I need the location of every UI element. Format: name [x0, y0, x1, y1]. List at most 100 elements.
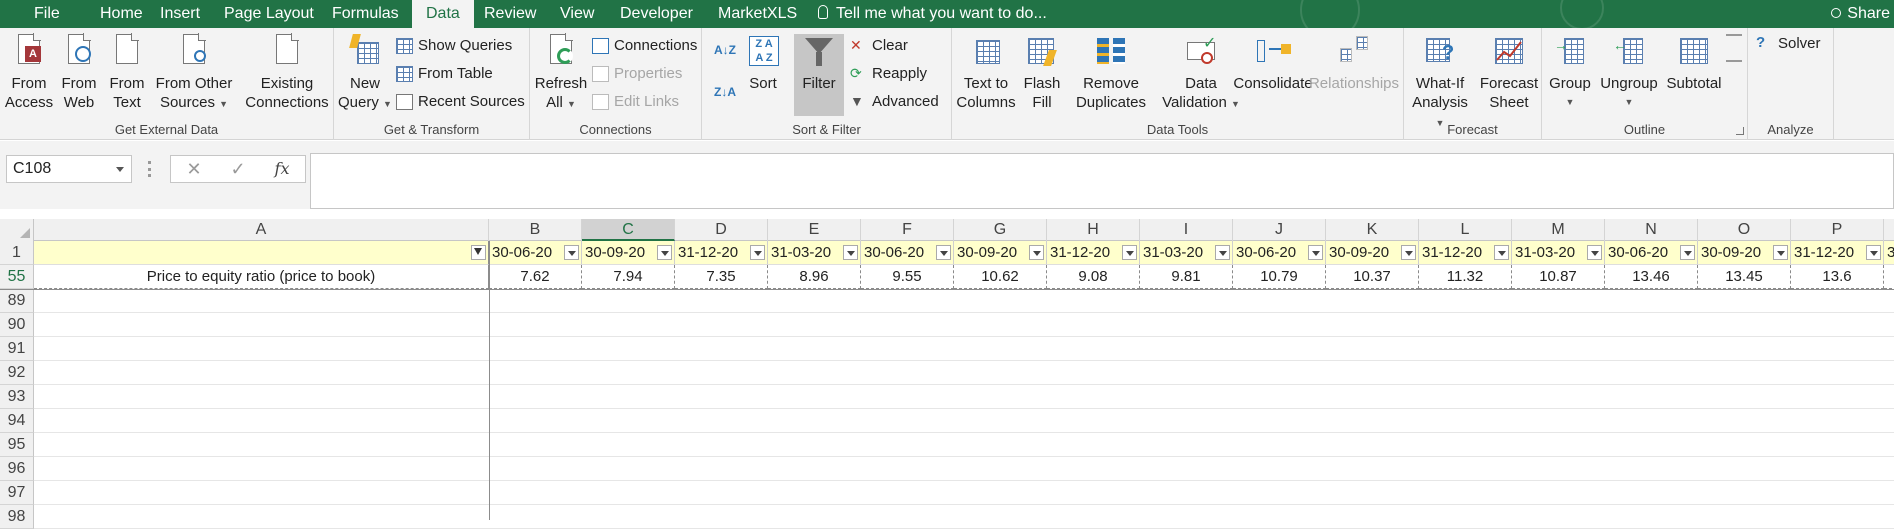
from-access-button[interactable]: A From Access: [4, 33, 54, 112]
refresh-all-button[interactable]: Refresh All ▼: [534, 33, 588, 114]
value-cell[interactable]: [1884, 265, 1894, 289]
value-cell[interactable]: 7.62: [489, 265, 582, 289]
empty-cells[interactable]: [34, 337, 1894, 361]
tab-review[interactable]: Review: [470, 0, 550, 28]
tab-insert[interactable]: Insert: [146, 0, 214, 28]
clear-filter-button[interactable]: ✕ Clear: [848, 34, 908, 58]
header-date-cell[interactable]: 30-06-20: [489, 241, 582, 265]
empty-cells[interactable]: [34, 481, 1894, 505]
header-date-cell[interactable]: 31-03-20: [1140, 241, 1233, 265]
from-other-sources-button[interactable]: From Other Sources ▼: [152, 33, 236, 114]
filter-dropdown-icon[interactable]: [1866, 245, 1881, 260]
sort-button[interactable]: Z AA Z Sort: [742, 34, 784, 93]
edit-links-button[interactable]: Edit Links: [590, 90, 679, 114]
column-header-j[interactable]: J: [1233, 219, 1326, 241]
header-date-cell[interactable]: 30-06-20: [1605, 241, 1698, 265]
header-date-cell[interactable]: 31-03-20: [768, 241, 861, 265]
from-web-button[interactable]: From Web: [56, 33, 102, 112]
filter-dropdown-icon[interactable]: [750, 245, 765, 260]
filter-dropdown-icon[interactable]: [1401, 245, 1416, 260]
value-cell[interactable]: 11.32: [1419, 265, 1512, 289]
remove-duplicates-button[interactable]: Remove Duplicates: [1066, 34, 1156, 112]
filter-dropdown-icon[interactable]: [936, 245, 951, 260]
header-date-cell[interactable]: 30-09-20: [1326, 241, 1419, 265]
column-header-l[interactable]: L: [1419, 219, 1512, 241]
empty-cells[interactable]: [34, 289, 1894, 313]
value-cell[interactable]: 13.6: [1791, 265, 1884, 289]
subtotal-button[interactable]: Subtotal: [1662, 34, 1726, 93]
row-header[interactable]: 90: [0, 313, 34, 337]
tab-view[interactable]: View: [546, 0, 608, 28]
value-cell[interactable]: 7.94: [582, 265, 675, 289]
row-header[interactable]: 94: [0, 409, 34, 433]
value-cell[interactable]: 10.62: [954, 265, 1047, 289]
from-text-button[interactable]: From Text: [104, 33, 150, 112]
forecast-sheet-button[interactable]: Forecast Sheet: [1478, 34, 1540, 112]
column-header-g[interactable]: G: [954, 219, 1047, 241]
empty-cells[interactable]: [34, 505, 1894, 529]
tab-marketxls[interactable]: MarketXLS: [704, 0, 811, 28]
value-cell[interactable]: 9.08: [1047, 265, 1140, 289]
empty-cells[interactable]: [34, 313, 1894, 337]
filter-dropdown-icon[interactable]: [843, 245, 858, 260]
column-header-c[interactable]: C: [582, 219, 675, 241]
value-cell[interactable]: 10.87: [1512, 265, 1605, 289]
header-date-cell[interactable]: 31-03-20: [1512, 241, 1605, 265]
column-header-i[interactable]: I: [1140, 219, 1233, 241]
filter-dropdown-icon[interactable]: [657, 245, 672, 260]
ungroup-button[interactable]: ← Ungroup ▼: [1596, 34, 1662, 112]
header-date-cell[interactable]: 30-09-20: [954, 241, 1047, 265]
dialog-launcher-icon[interactable]: [1736, 127, 1744, 135]
column-header-a[interactable]: A: [34, 219, 489, 241]
filter-dropdown-icon[interactable]: [1308, 245, 1323, 260]
value-cell[interactable]: 9.81: [1140, 265, 1233, 289]
name-box[interactable]: C108: [6, 155, 132, 183]
reapply-button[interactable]: ⟳ Reapply: [848, 62, 927, 86]
value-cell[interactable]: 10.37: [1326, 265, 1419, 289]
from-table-button[interactable]: From Table: [394, 62, 493, 86]
row-header[interactable]: 1: [0, 241, 34, 265]
header-date-cell[interactable]: 31-12-20: [1419, 241, 1512, 265]
sort-descending-button[interactable]: Z↓A: [714, 80, 736, 104]
column-header-n[interactable]: N: [1605, 219, 1698, 241]
header-date-cell[interactable]: 31-12-20: [1047, 241, 1140, 265]
advanced-filter-button[interactable]: ▼ Advanced: [848, 90, 939, 114]
row-header[interactable]: 55: [0, 265, 34, 289]
empty-cells[interactable]: [34, 361, 1894, 385]
existing-connections-button[interactable]: Existing Connections: [242, 33, 332, 112]
column-header-h[interactable]: H: [1047, 219, 1140, 241]
column-header-m[interactable]: M: [1512, 219, 1605, 241]
filter-dropdown-icon[interactable]: [1494, 245, 1509, 260]
column-header-e[interactable]: E: [768, 219, 861, 241]
flash-fill-button[interactable]: Flash Fill: [1020, 34, 1064, 112]
value-cell[interactable]: 7.35: [675, 265, 768, 289]
formula-input[interactable]: [310, 153, 1894, 209]
show-detail-icon[interactable]: [1726, 34, 1742, 44]
tab-formulas[interactable]: Formulas: [318, 0, 413, 28]
empty-cells[interactable]: [34, 457, 1894, 481]
insert-function-icon[interactable]: fx: [267, 156, 297, 182]
row-header[interactable]: 98: [0, 505, 34, 529]
filter-applied-icon[interactable]: [471, 245, 486, 260]
header-date-cell[interactable]: 30-06-20: [1233, 241, 1326, 265]
new-query-button[interactable]: New Query ▼: [338, 34, 392, 114]
filter-dropdown-icon[interactable]: [1773, 245, 1788, 260]
value-cell[interactable]: 8.96: [768, 265, 861, 289]
group-button[interactable]: → Group ▼: [1546, 34, 1594, 112]
tab-developer[interactable]: Developer: [606, 0, 707, 28]
header-date-cell[interactable]: 31-12-20: [675, 241, 768, 265]
filter-dropdown-icon[interactable]: [1029, 245, 1044, 260]
empty-cells[interactable]: [34, 385, 1894, 409]
row-header[interactable]: 96: [0, 457, 34, 481]
tab-page-layout[interactable]: Page Layout: [210, 0, 328, 28]
column-header-b[interactable]: B: [489, 219, 582, 241]
column-header-o[interactable]: O: [1698, 219, 1791, 241]
tab-data[interactable]: Data: [412, 0, 474, 28]
share-button[interactable]: Share: [1831, 0, 1894, 28]
row-header[interactable]: 95: [0, 433, 34, 457]
properties-button[interactable]: Properties: [590, 62, 682, 86]
value-cell[interactable]: 9.55: [861, 265, 954, 289]
relationships-button[interactable]: Relationships: [1306, 34, 1402, 93]
header-date-cell[interactable]: 31-12-20: [1791, 241, 1884, 265]
row-label-cell[interactable]: Price to equity ratio (price to book): [34, 265, 489, 289]
